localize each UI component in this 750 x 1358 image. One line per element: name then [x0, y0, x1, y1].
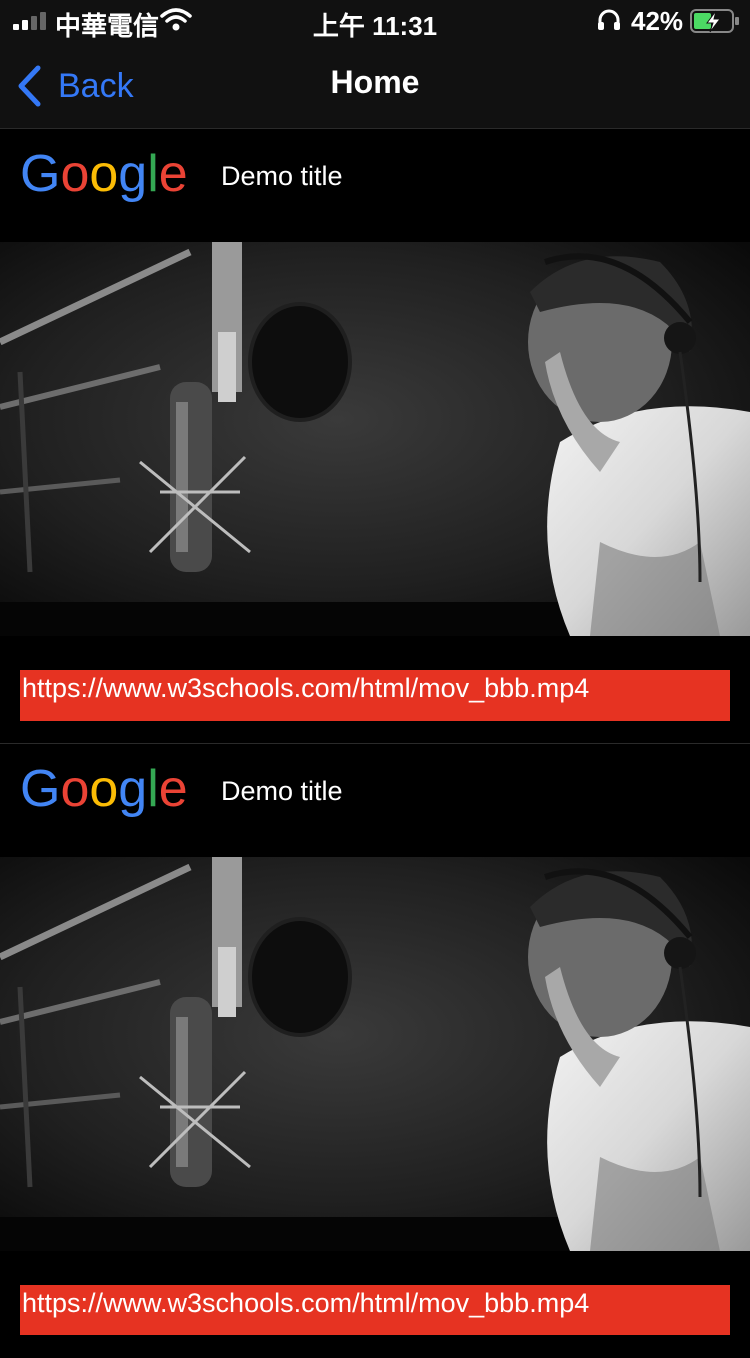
video-player[interactable] — [0, 857, 750, 1251]
video-thumbnail — [0, 242, 750, 636]
google-logo: Google — [20, 145, 188, 203]
video-url-text: https://www.w3schools.com/html/mov_bbb.m… — [22, 1288, 590, 1318]
battery-charging-icon — [690, 9, 739, 33]
status-time: 上午 11:31 — [312, 11, 438, 41]
google-logo-text: Google — [20, 145, 188, 203]
page-title: Home — [330, 64, 420, 100]
feed-item: Google Demo title https://www.w3schools.… — [0, 744, 750, 1358]
google-logo: Google — [20, 760, 188, 818]
video-player[interactable] — [0, 242, 750, 636]
navigation-bar: Back Home — [0, 42, 750, 129]
battery-percent: 42% — [631, 6, 684, 36]
google-logo-text: Google — [20, 760, 188, 818]
item-title: Demo title — [221, 161, 343, 191]
item-title: Demo title — [221, 776, 343, 806]
status-bar: 中華電信 上午 11:31 42% — [0, 0, 750, 42]
video-url-link[interactable]: https://www.w3schools.com/html/mov_bbb.m… — [20, 670, 730, 721]
video-url-link[interactable]: https://www.w3schools.com/html/mov_bbb.m… — [20, 1285, 730, 1335]
headphones-icon — [598, 9, 620, 30]
video-thumbnail — [0, 857, 750, 1251]
video-url-text: https://www.w3schools.com/html/mov_bbb.m… — [22, 673, 590, 703]
feed-item: Google Demo title https://www.w3schools.… — [0, 129, 750, 744]
